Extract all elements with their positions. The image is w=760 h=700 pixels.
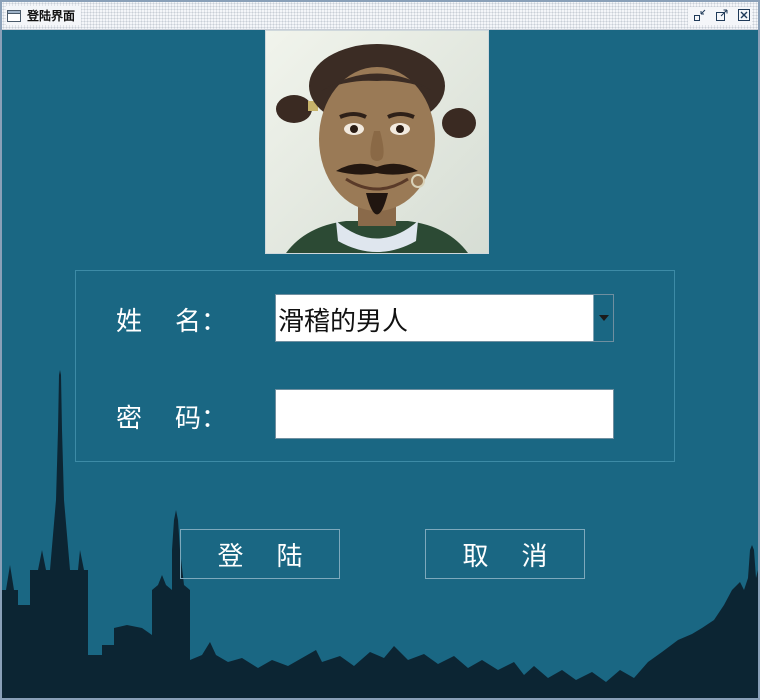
password-label: 密 码： <box>116 404 228 434</box>
username-combobox[interactable]: 滑稽的男人 <box>275 294 614 342</box>
username-label: 姓 名： <box>116 307 228 337</box>
user-avatar-photo <box>265 30 489 254</box>
password-field[interactable] <box>275 389 614 439</box>
cancel-button[interactable]: 取 消 <box>425 529 585 579</box>
window-controls <box>688 7 752 25</box>
login-window: 登陆界面 姓 名： 滑稽的男人 密 码： 登 陆 取 消 <box>0 0 760 700</box>
maximize-icon[interactable] <box>714 7 730 23</box>
title-area: 登陆界面 <box>6 6 82 25</box>
minimize-icon[interactable] <box>692 7 708 23</box>
close-icon[interactable] <box>736 7 752 23</box>
login-form-panel: 姓 名： 滑稽的男人 密 码： <box>75 270 675 462</box>
username-value[interactable]: 滑稽的男人 <box>278 301 408 338</box>
chevron-down-icon[interactable] <box>593 295 613 341</box>
login-button[interactable]: 登 陆 <box>180 529 340 579</box>
window-icon <box>6 8 22 24</box>
content-area: 姓 名： 滑稽的男人 密 码： 登 陆 取 消 <box>2 30 758 698</box>
title-bar[interactable]: 登陆界面 <box>2 2 758 30</box>
window-title: 登陆界面 <box>27 9 76 23</box>
